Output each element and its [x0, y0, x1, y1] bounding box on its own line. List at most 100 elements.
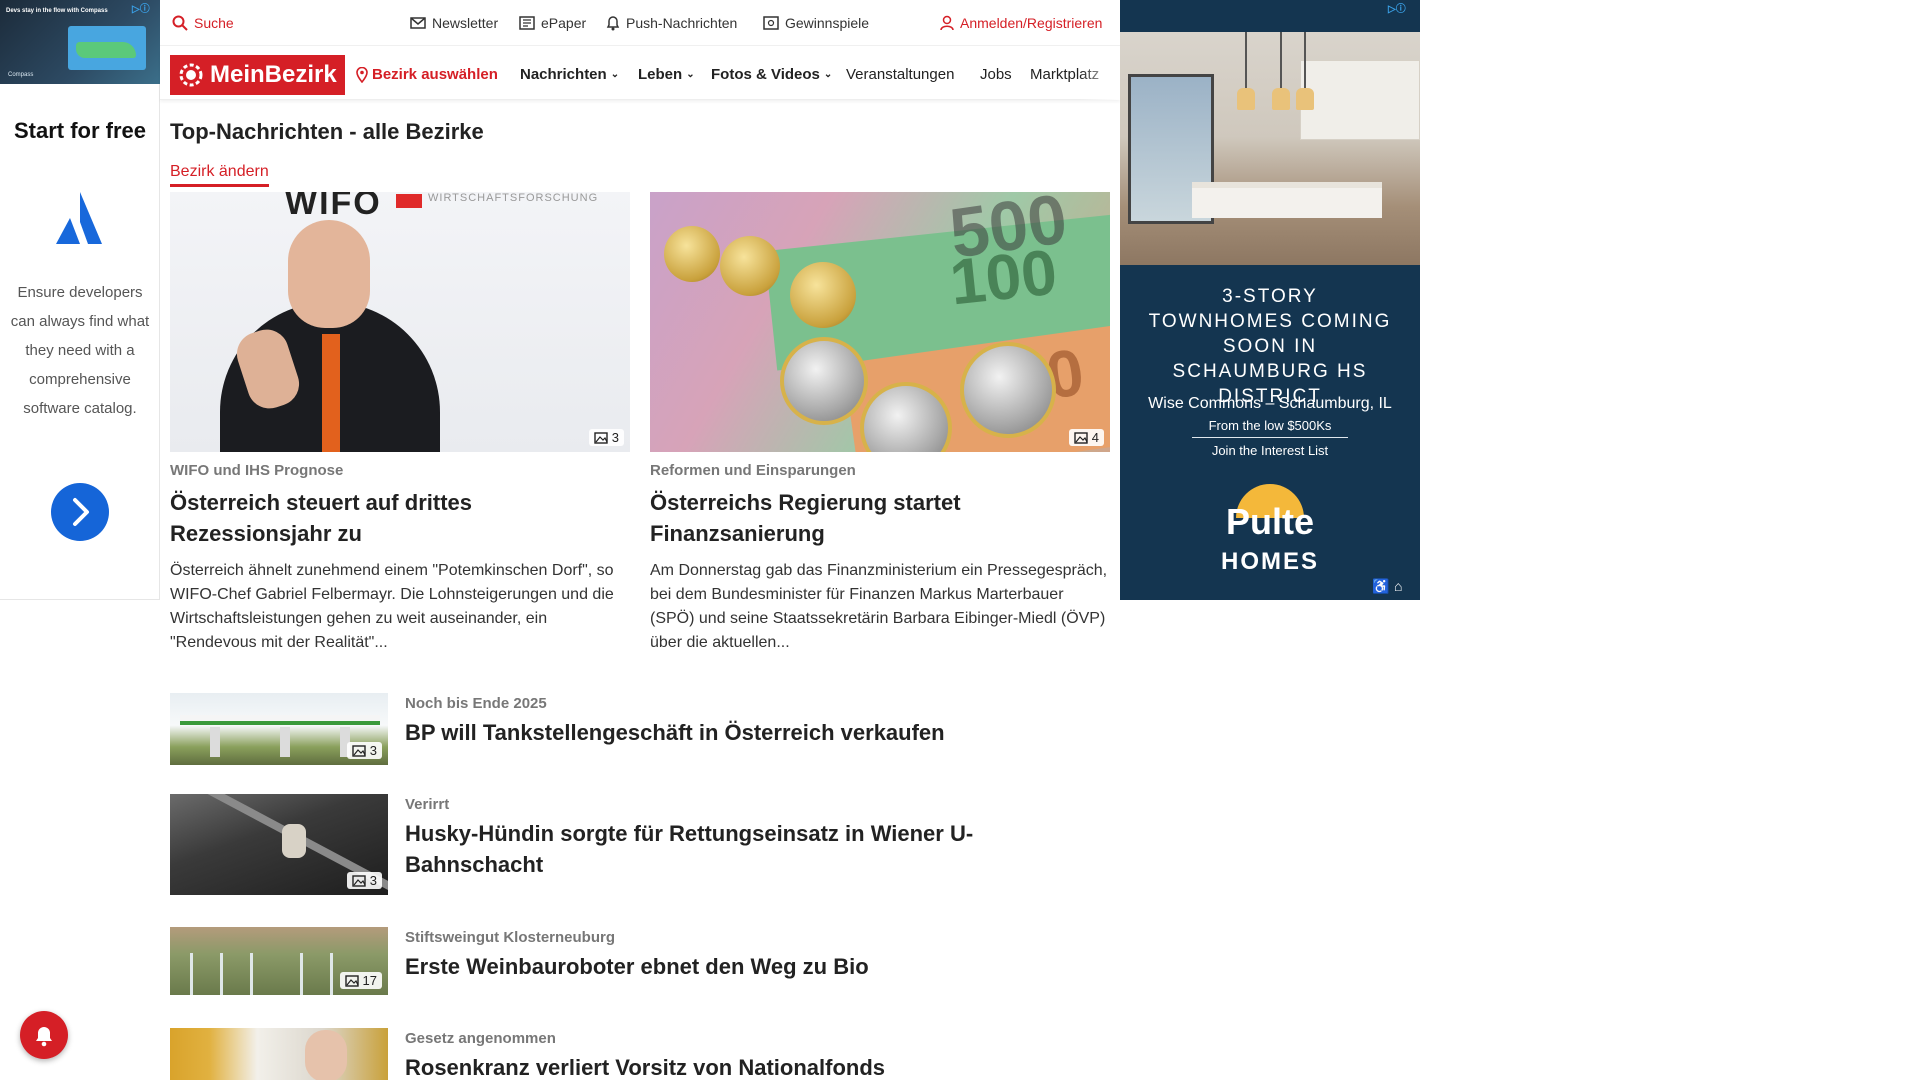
newsletter-link[interactable]: Newsletter — [410, 15, 498, 31]
push-notifications-link[interactable]: Push-Nachrichten — [606, 15, 737, 31]
image-count: 3 — [611, 430, 619, 445]
nav-item-nachrichten[interactable]: Nachrichten ⌄ — [520, 66, 619, 83]
image-count-badge: 3 — [346, 872, 382, 889]
coin — [780, 337, 868, 425]
left-ad-cta-button[interactable] — [51, 483, 109, 541]
gift-icon — [763, 16, 779, 30]
nav-item-leben[interactable]: Leben ⌄ — [638, 66, 695, 83]
atlassian-logo-icon — [56, 192, 102, 244]
logo-text: MeinBezirk — [210, 61, 337, 88]
left-ad[interactable]: Devs stay in the flow with Compass Compa… — [0, 0, 160, 600]
image-count-badge: 3 — [588, 429, 624, 446]
image-count: 4 — [1091, 430, 1099, 445]
chevron-right-icon — [73, 498, 89, 526]
mail-icon — [410, 17, 426, 29]
list-item[interactable]: 3 Noch bis Ende 2025 BP will Tankstellen… — [170, 693, 1110, 765]
list-item-thumbnail[interactable]: 3 — [170, 693, 388, 765]
right-ad-price: From the low $500Ks — [1192, 418, 1348, 438]
feature-article[interactable]: WIFO WIRTSCHAFTSFORSCHUNG 3 WIFO und IHS… — [170, 192, 630, 655]
brand-sun-icon — [179, 63, 203, 87]
dog-shape — [282, 824, 306, 858]
list-item-thumbnail[interactable]: 17 — [170, 927, 388, 995]
image-logo-mark — [396, 194, 422, 208]
list-item-kicker: Stiftsweingut Klosterneuburg — [405, 929, 615, 946]
nav-item-veranstaltungen[interactable]: Veranstaltungen — [846, 66, 954, 83]
article-teaser: Österreich ähnelt zunehmend einem "Potem… — [170, 562, 614, 651]
image-count-badge: 4 — [1068, 429, 1104, 446]
coin — [720, 236, 780, 296]
right-ad-headline: 3-STORY TOWNHOMES COMING SOON IN SCHAUMB… — [1148, 286, 1392, 407]
nav-label: Veranstaltungen — [846, 66, 955, 83]
coin — [960, 342, 1056, 438]
newsletter-label: Newsletter — [432, 15, 499, 31]
image-logo-subtext: WIRTSCHAFTSFORSCHUNG — [428, 192, 599, 204]
article-title[interactable]: Österreich steuert auf drittes Rezession… — [170, 487, 630, 549]
list-item-title[interactable]: Rosenkranz verliert Vorsitz von National… — [405, 1052, 1045, 1080]
ad-choices-icon[interactable]: ▷ⓘ — [1388, 0, 1406, 15]
nav-item-fotos-videos[interactable]: Fotos & Videos ⌄ — [711, 66, 832, 83]
login-link[interactable]: Anmelden/Registrieren — [940, 15, 1102, 31]
bell-icon — [606, 16, 620, 31]
image-count: 17 — [362, 973, 377, 988]
nav-label: Fotos & Videos — [711, 66, 820, 83]
chevron-down-icon: ⌄ — [610, 69, 620, 80]
list-item-kicker: Gesetz angenommen — [405, 1030, 556, 1047]
district-select-label: Bezirk auswählen — [372, 66, 498, 83]
list-item-thumbnail[interactable] — [170, 1028, 388, 1080]
vine-row — [300, 953, 303, 995]
vine-row — [250, 953, 253, 995]
newspaper-icon — [519, 16, 535, 30]
change-district-link[interactable]: Bezirk ändern — [170, 163, 269, 187]
feature-article[interactable]: 500 100 50 4 Reformen und Einsparungen Ö… — [650, 192, 1110, 655]
pendant-lamp — [1296, 32, 1314, 110]
vine-row — [330, 953, 333, 995]
list-item-thumbnail[interactable]: 3 — [170, 794, 388, 895]
meinbezirk-logo[interactable]: MeinBezirk — [170, 55, 345, 95]
image-count-badge: 17 — [339, 972, 382, 989]
right-ad-cta[interactable]: Join the Interest List — [1120, 443, 1420, 458]
canopy-shape — [180, 715, 380, 725]
vine-row — [220, 953, 223, 995]
article-teaser: Am Donnerstag gab das Finanzministerium … — [650, 562, 1108, 651]
list-item[interactable]: 17 Stiftsweingut Klosterneuburg Erste We… — [170, 927, 1110, 995]
coin — [664, 226, 720, 282]
user-icon — [940, 15, 954, 31]
ad-choices-icon[interactable]: ▷ⓘ — [132, 0, 150, 15]
vine-row — [190, 953, 193, 995]
search-label: Suche — [194, 15, 234, 31]
list-item-title[interactable]: Husky-Hündin sorgte für Rettungseinsatz … — [405, 818, 1045, 880]
list-item[interactable]: Gesetz angenommen Rosenkranz verliert Vo… — [170, 1028, 1110, 1080]
search-link[interactable]: Suche — [172, 15, 234, 31]
coin — [790, 262, 856, 328]
list-item-title[interactable]: Erste Weinbauroboter ebnet den Weg zu Bi… — [405, 951, 1045, 982]
canopy-post — [280, 727, 290, 757]
article-kicker: WIFO und IHS Prognose — [170, 462, 344, 479]
list-item-title[interactable]: BP will Tankstellengeschäft in Österreic… — [405, 717, 1045, 748]
canopy-post — [210, 727, 220, 757]
list-item[interactable]: 3 Verirrt Husky-Hündin sorgte für Rettun… — [170, 794, 1110, 895]
pendant-lamp — [1237, 32, 1255, 110]
push-label: Push-Nachrichten — [626, 15, 738, 31]
nav-item-jobs[interactable]: Jobs — [980, 66, 1012, 83]
page-title: Top-Nachrichten - alle Bezirke — [170, 119, 484, 144]
laptop-illustration — [68, 26, 146, 70]
pendant-lamp — [1272, 32, 1290, 110]
chevron-down-icon: ⌄ — [686, 69, 695, 80]
article-title[interactable]: Österreichs Regierung startet Finanzsani… — [650, 487, 1110, 549]
kitchen-photo — [1120, 32, 1420, 265]
right-ad[interactable]: ▷ⓘ 3-STORY TOWNHOMES COMING SOON IN SCHA… — [1120, 0, 1420, 600]
epaper-link[interactable]: ePaper — [519, 15, 586, 31]
gallery-icon — [1074, 431, 1088, 444]
article-image[interactable]: 500 100 50 4 — [650, 192, 1110, 452]
chevron-down-icon: ⌄ — [823, 69, 833, 80]
nav-overflow-fade — [1080, 50, 1120, 100]
contests-link[interactable]: Gewinnspiele — [763, 15, 869, 31]
district-select[interactable]: Bezirk auswählen — [356, 66, 498, 83]
left-ad-banner-brand: Compass — [8, 72, 34, 78]
nav-label: Leben — [638, 66, 683, 83]
article-image[interactable]: WIFO WIRTSCHAFTSFORSCHUNG 3 — [170, 192, 630, 452]
page-root: Devs stay in the flow with Compass Compa… — [0, 0, 1920, 1080]
nav-label: Nachrichten — [520, 66, 607, 83]
left-ad-copy: Ensure developers can always find what t… — [10, 284, 150, 417]
notification-bell-button[interactable] — [20, 1011, 68, 1059]
